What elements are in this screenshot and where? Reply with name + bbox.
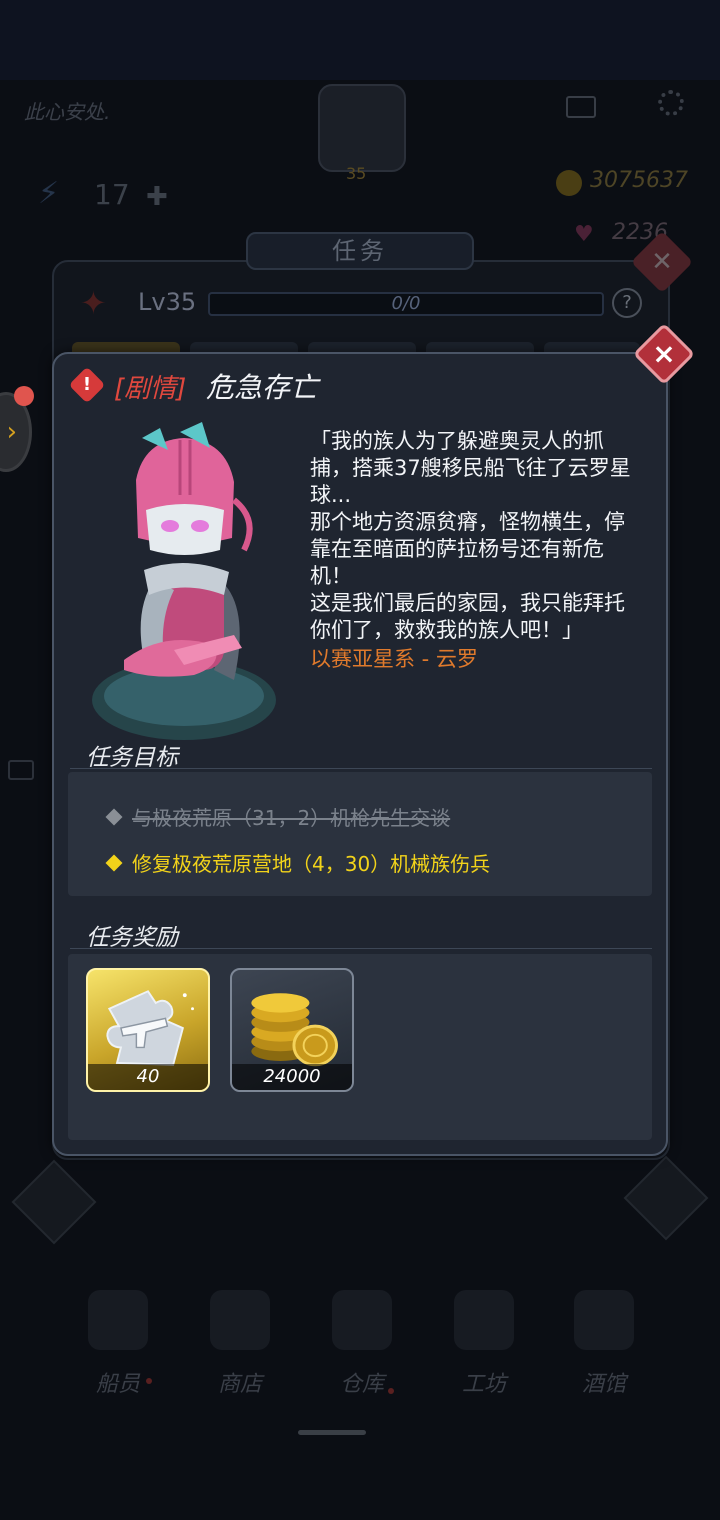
story-line: 靠在至暗面的萨拉杨号还有新危 [310,537,604,561]
bottom-nav: 船员 商店 仓库 工坊 酒馆 [0,1290,720,1450]
objectives-heading: 任务目标 [86,745,178,771]
xp-text: 0/0 [391,293,421,314]
nav-label: 酒馆 [581,1372,626,1397]
heart-gem-icon: ♥ [574,222,594,247]
add-energy-icon[interactable]: ✚ [146,182,168,212]
nav-label: 商店 [217,1372,262,1397]
nav-badge [146,1378,152,1384]
nav-label: 船员 [95,1372,140,1397]
alert-icon: ! [68,366,106,404]
help-button[interactable]: ? [612,288,642,318]
diamond-bullet-icon [105,854,123,872]
diamond-bullet-icon [105,808,123,826]
crew-icon [88,1290,148,1350]
nav-warehouse[interactable]: 仓库 [302,1290,422,1398]
workshop-icon [454,1290,514,1350]
objective-completed[interactable]: 与极夜荒原（31，2）机枪先生交谈 [105,802,451,831]
lightning-icon: ⚡ [38,176,60,211]
nav-badge [388,1388,394,1394]
reward-weapon-fragment[interactable]: 40 [86,968,210,1092]
nav-label: 仓库 [339,1372,384,1397]
story-line: 捕，搭乘37艘移民船飞往了云罗星 [310,456,631,480]
story-line: 机！ [310,564,352,588]
rank-level: Lv35 [138,288,197,316]
chat-icon[interactable] [8,760,34,780]
story-line: 这是我们最后的家园，我只能拜托 [310,591,625,615]
energy-value: 17 [94,178,130,211]
section-divider [70,768,652,769]
status-message: 此心安处. [24,100,111,124]
story-line: 你们了，救救我的族人吧！」 [310,618,583,642]
story-line: 「我的族人为了躲避奥灵人的抓 [310,429,604,453]
panel-title: 任务 [246,232,474,270]
npc-portrait [92,422,276,740]
close-icon: ✕ [651,247,673,277]
rank-wings-icon: ✦ [80,284,107,322]
nav-tavern[interactable]: 酒馆 [544,1290,664,1398]
mail-icon[interactable] [566,96,596,118]
rewards-heading: 任务奖励 [86,925,178,951]
nav-active-indicator [298,1430,366,1435]
player-level: 35 [346,164,367,183]
chevron-right-icon: › [6,417,17,447]
nav-workshop[interactable]: 工坊 [424,1290,544,1398]
warehouse-icon [332,1290,392,1350]
section-divider [70,948,652,949]
nav-label: 工坊 [461,1372,506,1397]
quest-title: 危急存亡 [206,371,319,404]
reward-count: 40 [88,1064,208,1090]
panel-close-button[interactable]: ✕ [630,230,694,294]
objectives-box [68,772,652,896]
story-line: 那个地方资源贫瘠，怪物横生，停 [310,510,625,534]
close-icon: × [652,337,676,370]
objective-active[interactable]: 修复极夜荒原营地（4，30）机械族伤兵 [105,848,491,877]
shop-icon [210,1290,270,1350]
gold-value: 3075637 [590,168,688,193]
story-line: 球... [310,483,352,507]
quest-type-tag: [剧情] [114,374,187,404]
nav-crew[interactable]: 船员 [58,1290,178,1398]
task-list-button[interactable] [623,1155,709,1241]
quest-source: 以赛亚星系 - 云罗 [310,647,478,671]
top-band [0,0,720,80]
quest-log-button[interactable] [11,1159,97,1245]
reward-count: 24000 [232,1064,352,1090]
xp-bar: 0/0 [208,292,604,316]
objective-text: 与极夜荒原（31，2）机枪先生交谈 [132,806,451,830]
gold-coin-icon [556,170,582,196]
objective-text: 修复极夜荒原营地（4，30）机械族伤兵 [132,852,491,876]
reward-gold-coins[interactable]: 24000 [230,968,354,1092]
nav-shop[interactable]: 商店 [180,1290,300,1398]
quest-story: 「我的族人为了躲避奥灵人的抓 捕，搭乘37艘移民船飞往了云罗星 球... 那个地… [310,428,666,673]
notification-dot [14,386,34,406]
gear-icon[interactable] [658,90,684,116]
avatar[interactable] [318,84,406,172]
tavern-icon [574,1290,634,1350]
